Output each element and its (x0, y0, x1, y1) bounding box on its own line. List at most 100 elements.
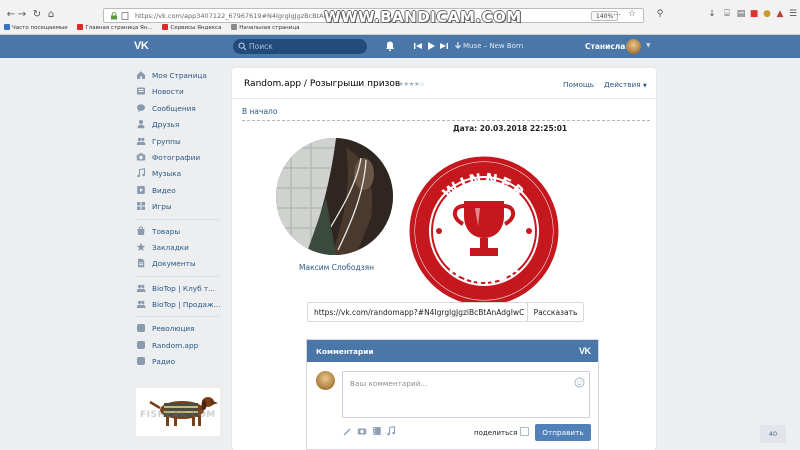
page-info-icon (121, 12, 129, 20)
separator-dot: · (595, 80, 598, 88)
back-to-start-link[interactable]: В начало (242, 107, 277, 116)
menu-icon[interactable]: ☰ (787, 7, 799, 21)
avatar (316, 371, 335, 390)
previous-track-icon[interactable] (412, 40, 424, 52)
graffiti-icon[interactable] (342, 426, 352, 436)
sidebar-item-photos[interactable]: Фотографии (136, 150, 226, 166)
sidebar-item-goods[interactable]: Товары (136, 224, 226, 240)
share-url-input[interactable] (308, 303, 527, 321)
group-icon (136, 300, 146, 309)
bookmark-item[interactable]: Начальная страница (231, 24, 299, 31)
winner-stamp: WINNER WINNER (409, 156, 559, 306)
bookmark-star-icon[interactable]: ☆ (628, 9, 636, 19)
emoji-icon[interactable] (574, 377, 585, 388)
app-icon (137, 324, 145, 333)
comment-box[interactable] (342, 371, 590, 418)
play-icon[interactable] (425, 40, 437, 52)
left-sidebar: Моя Страница Новости Сообщения Друзья Гр… (136, 68, 226, 371)
sidebar-item-biotop-club[interactable]: BioTop | Клуб т... (136, 281, 226, 297)
user-name[interactable]: Станислав (585, 42, 630, 51)
app-title: Random.app / Розыгрыши призов (244, 79, 401, 89)
news-icon (137, 87, 145, 95)
downloads-icon[interactable]: ↓ (706, 7, 718, 21)
chevron-down-icon: ▼ (642, 83, 647, 89)
sidebar-item-friends[interactable]: Друзья (136, 117, 226, 133)
camera-icon[interactable] (357, 426, 367, 436)
sidebar-item-bookmarks[interactable]: Закладки (136, 240, 226, 256)
yandex-icon (162, 24, 169, 30)
draw-date: Дата: 20.03.2018 22:25:01 (453, 124, 568, 133)
chevron-down-icon[interactable]: ▼ (646, 42, 651, 49)
star-icon (136, 242, 146, 251)
actions-label: Действия (604, 80, 641, 89)
video-icon (137, 185, 145, 194)
current-track[interactable]: Muse – New Born (463, 42, 523, 50)
page-counter[interactable]: 40 (760, 425, 786, 443)
extension-icon[interactable]: ■ (748, 7, 760, 21)
search-bar-icon[interactable]: ⚲ (654, 7, 666, 21)
sidebar-divider (136, 275, 220, 277)
reload-icon[interactable]: ↻ (31, 8, 43, 22)
gear-icon (4, 24, 10, 30)
sidebar-item-radio[interactable]: Радио (136, 354, 226, 370)
sidebar-divider (136, 316, 220, 318)
share-checkbox[interactable] (520, 427, 529, 436)
lock-icon (111, 12, 117, 20)
help-link[interactable]: Помощь (563, 80, 594, 89)
share-button[interactable]: Рассказать (527, 303, 583, 321)
sidebar-item-my-page[interactable]: Моя Страница (136, 68, 226, 84)
extension-icon[interactable]: ▲ (774, 7, 786, 21)
send-comment-button[interactable]: Отправить (535, 424, 591, 441)
sidebar-item-random-app[interactable]: Random.app (136, 338, 226, 354)
video-icon[interactable] (372, 426, 382, 436)
home-icon[interactable]: ⌂ (45, 8, 57, 22)
card-divider (232, 98, 656, 99)
dashed-divider (242, 120, 650, 121)
sidebar-item-news[interactable]: Новости (136, 84, 226, 100)
page-actions-icon[interactable]: ⋯ (613, 10, 621, 19)
search-input[interactable] (249, 39, 359, 54)
winner-name-link[interactable]: Максим Слободзян (299, 263, 374, 272)
bookmark-item[interactable]: Часто посещаемые (4, 24, 68, 31)
app-card: Random.app / Розыгрыши призов ★★★★☆ Помо… (232, 68, 656, 450)
actions-menu[interactable]: Действия ▼ (604, 80, 647, 89)
bookmark-item[interactable]: Главная страница Ян... (77, 24, 153, 31)
ad-banner[interactable]: FISHEAK.COM (136, 388, 220, 436)
bookmarks-bar: Часто посещаемые Главная страница Ян... … (4, 24, 307, 34)
winner-photo-image (276, 138, 393, 255)
sidebar-item-documents[interactable]: Документы (136, 256, 226, 272)
rating-stars: ★★★★☆ (398, 80, 425, 88)
library-icon[interactable]: ⌸ (721, 7, 733, 21)
sidebar-item-messages[interactable]: Сообщения (136, 101, 226, 117)
extension-icon[interactable]: ● (761, 7, 773, 21)
bandicam-watermark: WWW.BANDICAM.COM (324, 8, 522, 26)
shopping-bag-icon (137, 225, 145, 235)
sidebar-item-revolution[interactable]: Революция (136, 321, 226, 337)
comment-input[interactable] (343, 372, 573, 417)
music-icon[interactable] (386, 426, 396, 436)
vk-header: VK Muse – New Born Станислав ▼ (0, 35, 800, 58)
comments-header: Комментарии VK (307, 340, 598, 362)
music-icon (137, 168, 146, 178)
search-icon (238, 42, 247, 51)
winner-photo[interactable] (276, 138, 393, 255)
sidebar-icon[interactable]: ▤ (735, 7, 747, 21)
bell-icon[interactable] (384, 40, 396, 52)
search-box[interactable] (233, 39, 367, 54)
app-icon (137, 340, 145, 349)
forward-arrow-icon[interactable]: → (16, 8, 28, 22)
share-checkbox-label: поделиться (474, 429, 518, 437)
sidebar-item-biotop-sales[interactable]: BioTop | Продаж... (136, 297, 226, 313)
sidebar-item-groups[interactable]: Группы (136, 134, 226, 150)
bookmark-item[interactable]: Сервисы Яндекса (162, 24, 221, 31)
sidebar-item-video[interactable]: Видео (136, 183, 226, 199)
vk-logo[interactable]: VK (134, 40, 149, 52)
sidebar-item-games[interactable]: Игры (136, 199, 226, 215)
app-icon (137, 357, 145, 366)
sidebar-item-music[interactable]: Музыка (136, 166, 226, 182)
avatar[interactable] (626, 39, 641, 54)
camera-icon (136, 153, 146, 161)
next-track-icon[interactable] (438, 40, 450, 52)
vk-logo[interactable]: VK (579, 346, 591, 356)
document-icon (138, 259, 145, 268)
